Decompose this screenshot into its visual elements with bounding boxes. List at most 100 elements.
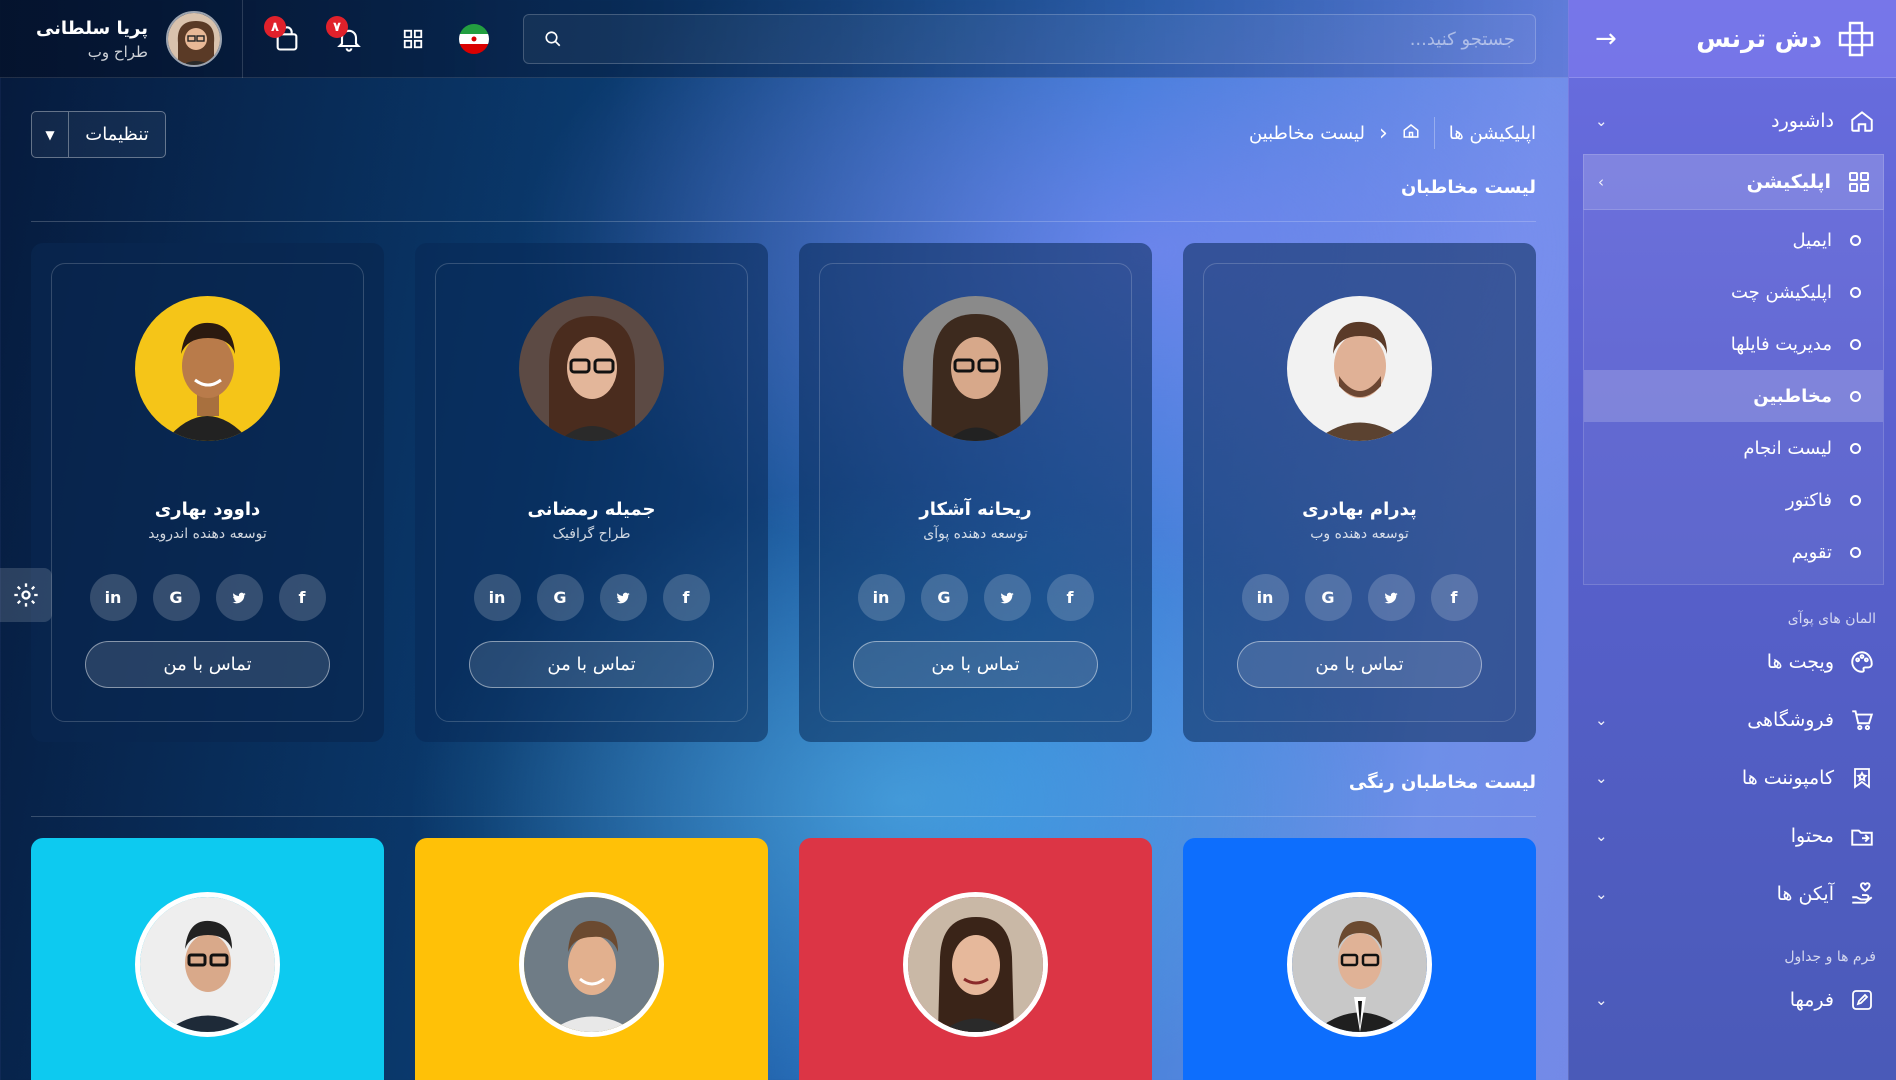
contact-avatar — [135, 892, 280, 1037]
notifications-button[interactable]: ۷ — [326, 16, 366, 56]
contact-role: توسعه دهنده وب — [1310, 526, 1409, 542]
contact-avatar — [135, 296, 280, 441]
chevron-down-icon: ⌄ — [1595, 112, 1608, 130]
sidebar-item-label: داشبورد — [1771, 110, 1834, 132]
google-icon[interactable]: G — [152, 574, 200, 621]
sidebar-item-dashboard[interactable]: ⌄ داشبورد — [1569, 92, 1896, 150]
submenu-label: مدیریت فایلها — [1730, 333, 1832, 355]
settings-dropdown[interactable]: ▼ تنظیمات — [31, 111, 166, 158]
user-avatar[interactable] — [166, 11, 222, 67]
circle-icon — [1850, 338, 1861, 350]
apps-icon — [1845, 168, 1873, 196]
google-icon[interactable]: G — [536, 574, 584, 621]
settings-label: تنظیمات — [85, 124, 149, 145]
sidebar-header: → دش ترنس — [1569, 0, 1896, 78]
chevron-down-icon: ⌄ — [1595, 885, 1608, 903]
sidebar-item-content[interactable]: ⌄ محتوا — [1569, 807, 1896, 865]
sidebar-item-label: فرمها — [1789, 989, 1834, 1011]
submenu-label: لیست انجام — [1743, 437, 1832, 459]
bookmark-icon — [1848, 764, 1876, 792]
sidebar-item-widgets[interactable]: ویجت ها — [1569, 633, 1896, 691]
submenu-item-todo[interactable]: لیست انجام — [1584, 422, 1883, 474]
twitter-icon[interactable] — [599, 574, 647, 621]
grid-icon — [403, 29, 423, 49]
colored-contact-card — [31, 838, 384, 1080]
twitter-icon[interactable] — [983, 574, 1031, 621]
contact-avatar — [1287, 892, 1432, 1037]
facebook-icon[interactable]: f — [662, 574, 710, 621]
chevron-left-icon: ‹ — [1378, 120, 1388, 146]
submenu-item-chat[interactable]: اپلیکیشن چت — [1584, 266, 1883, 318]
contact-me-button[interactable]: تماس با من — [1237, 641, 1482, 688]
user-name: پریا سلطانی — [35, 17, 148, 39]
circle-icon — [1850, 494, 1861, 506]
contact-avatar — [903, 892, 1048, 1037]
google-icon[interactable]: G — [920, 574, 968, 621]
submenu-item-contacts[interactable]: مخاطبین — [1584, 370, 1883, 422]
iran-flag-icon — [459, 24, 489, 54]
linkedin-icon[interactable]: in — [473, 574, 521, 621]
search-input[interactable] — [576, 28, 1515, 50]
sidebar-item-label: فروشگاهی — [1747, 709, 1834, 731]
social-links: in G f — [1241, 574, 1478, 621]
sidebar: → دش ترنس ⌄ داشبورد ‹ اپلیکیشن ایمیل اپل… — [1568, 0, 1896, 1080]
submenu-item-invoice[interactable]: فاکتور — [1584, 474, 1883, 526]
twitter-icon[interactable] — [1367, 574, 1415, 621]
edit-icon — [1848, 986, 1876, 1014]
linkedin-icon[interactable]: in — [857, 574, 905, 621]
user-profile[interactable]: پریا سلطانی طراح وب — [0, 0, 243, 78]
language-button[interactable] — [457, 22, 491, 56]
linkedin-icon[interactable]: in — [89, 574, 137, 621]
facebook-icon[interactable]: f — [278, 574, 326, 621]
contact-me-button[interactable]: تماس با من — [469, 641, 714, 688]
home-icon[interactable] — [1402, 122, 1420, 145]
chevron-down-icon: ⌄ — [1595, 711, 1608, 729]
contact-name: ریحانه آشکار — [919, 499, 1032, 520]
contact-card: داوود بهاری توسعه دهنده اندروید in G f ت… — [31, 243, 384, 742]
contact-me-button[interactable]: تماس با من — [853, 641, 1098, 688]
circle-icon — [1850, 286, 1861, 298]
contact-card: جمیله رمضانی طراح گرافیک in G f تماس با … — [415, 243, 768, 742]
cart-button[interactable]: ۸ — [264, 16, 304, 56]
breadcrumb-root[interactable]: اپلیکیشن ها — [1449, 123, 1536, 144]
linkedin-icon[interactable]: in — [1241, 574, 1289, 621]
sidebar-item-icons[interactable]: ⌄ آیکن ها — [1569, 865, 1896, 923]
submenu-item-email[interactable]: ایمیل — [1584, 214, 1883, 266]
circle-icon — [1850, 546, 1861, 558]
facebook-icon[interactable]: f — [1046, 574, 1094, 621]
search-icon — [545, 31, 561, 47]
twitter-icon[interactable] — [215, 574, 263, 621]
sidebar-item-label: اپلیکیشن — [1746, 171, 1831, 193]
section-title-colored-contacts: لیست مخاطبان رنگی — [1348, 772, 1536, 793]
sidebar-item-forms[interactable]: ⌄ فرمها — [1569, 971, 1896, 1029]
search-bar[interactable] — [523, 14, 1536, 64]
submenu-item-calendar[interactable]: تقویم — [1584, 526, 1883, 578]
brand[interactable]: دش ترنس — [1696, 19, 1876, 59]
home-icon — [1848, 107, 1876, 135]
circle-icon — [1850, 442, 1861, 454]
facebook-icon[interactable]: f — [1430, 574, 1478, 621]
submenu-label: تقویم — [1791, 541, 1832, 563]
contact-role: توسعه دهنده اندروید — [148, 526, 267, 542]
colored-contact-card — [415, 838, 768, 1080]
contact-card: ریحانه آشکار توسعه دهنده پوآی in G f تما… — [799, 243, 1152, 742]
arrow-right-icon[interactable]: → — [1595, 24, 1617, 54]
social-links: in G f — [857, 574, 1094, 621]
social-links: in G f — [473, 574, 710, 621]
contact-avatar — [1287, 296, 1432, 441]
palette-icon — [1848, 648, 1876, 676]
apps-grid-button[interactable] — [396, 22, 430, 56]
submenu-item-file-manager[interactable]: مدیریت فایلها — [1584, 318, 1883, 370]
contact-me-button[interactable]: تماس با من — [85, 641, 330, 688]
breadcrumb-current: لیست مخاطبین — [1248, 122, 1365, 144]
google-icon[interactable]: G — [1304, 574, 1352, 621]
chevron-down-icon: ⌄ — [1595, 827, 1608, 845]
caret-down-icon[interactable]: ▼ — [32, 112, 69, 157]
sidebar-item-shop[interactable]: ⌄ فروشگاهی — [1569, 691, 1896, 749]
customizer-toggle[interactable] — [0, 568, 52, 622]
circle-icon — [1850, 390, 1861, 402]
section-title-contacts: لیست مخاطبان — [1400, 177, 1536, 198]
sidebar-section-title: فرم ها و جداول — [1784, 949, 1876, 965]
sidebar-item-apps[interactable]: ‹ اپلیکیشن — [1583, 154, 1884, 210]
sidebar-item-components[interactable]: ⌄ کامپوننت ها — [1569, 749, 1896, 807]
